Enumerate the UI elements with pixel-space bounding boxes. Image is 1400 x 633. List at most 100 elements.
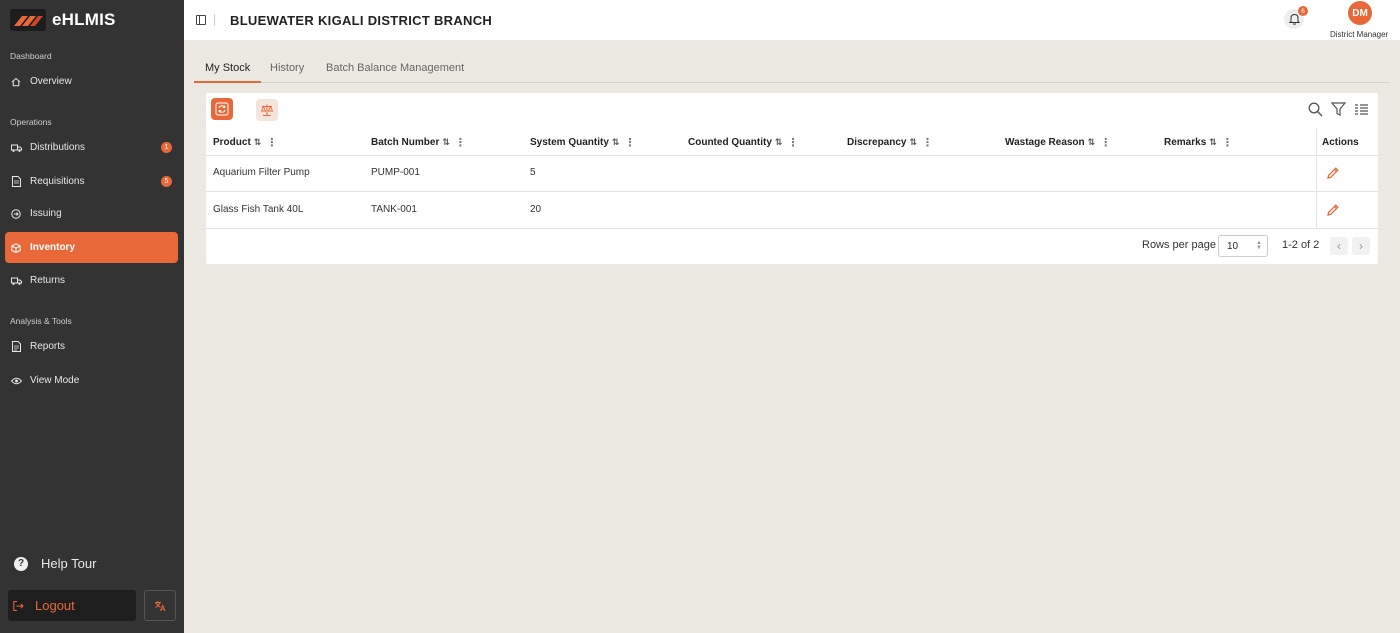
page-title: BLUEWATER KIGALI DISTRICT BRANCH xyxy=(230,13,493,28)
search-icon xyxy=(1308,102,1323,117)
sidebar-item-inventory[interactable]: Inventory xyxy=(5,232,178,263)
filter-button[interactable] xyxy=(1330,101,1346,117)
help-tour-label: Help Tour xyxy=(41,556,97,571)
search-button[interactable] xyxy=(1307,101,1323,117)
rows-per-page-label: Rows per page xyxy=(1142,239,1216,251)
batch-balance-button[interactable] xyxy=(256,99,278,121)
edit-row-button[interactable] xyxy=(1326,166,1340,180)
tab-my-stock[interactable]: My Stock xyxy=(194,62,262,83)
rows-per-page-value: 10 xyxy=(1227,240,1239,252)
columns-icon xyxy=(1354,103,1369,116)
help-icon: ? xyxy=(14,556,28,571)
column-menu-icon[interactable]: ⋮ xyxy=(266,136,277,149)
sidebar-item-label: View Mode xyxy=(30,375,80,386)
section-label-analysis: Analysis & Tools xyxy=(10,316,72,326)
scale-icon xyxy=(260,103,274,117)
translate-icon xyxy=(154,600,166,612)
logout-button[interactable]: Logout xyxy=(8,590,136,621)
column-header-label: Remarks xyxy=(1164,136,1207,148)
column-header-system-quantity[interactable]: System Quantity ⇅ ⋮ xyxy=(530,130,635,154)
pagination-range: 1-2 of 2 xyxy=(1282,239,1320,251)
column-menu-icon[interactable]: ⋮ xyxy=(922,136,933,149)
sidebar-item-label: Overview xyxy=(30,76,72,87)
sidebar-item-returns[interactable]: Returns xyxy=(5,265,178,296)
column-header-discrepancy[interactable]: Discrepancy ⇅ ⋮ xyxy=(847,130,933,154)
column-menu-icon[interactable]: ⋮ xyxy=(1100,136,1111,149)
column-menu-icon[interactable]: ⋮ xyxy=(1222,136,1233,149)
language-button[interactable] xyxy=(144,590,176,621)
tab-bar: My Stock History Batch Balance Managemen… xyxy=(194,55,1390,83)
column-menu-icon[interactable]: ⋮ xyxy=(787,136,798,149)
help-tour-button[interactable]: ? Help Tour xyxy=(14,556,96,571)
logout-icon xyxy=(13,600,24,611)
previous-page-button[interactable]: ‹ xyxy=(1330,237,1348,255)
cell-batch-number: TANK-001 xyxy=(371,204,417,215)
tab-history[interactable]: History xyxy=(270,62,304,83)
sidebar-item-view-mode[interactable]: View Mode xyxy=(5,365,178,396)
select-spinner-icon: ▲ ▼ xyxy=(1256,240,1262,251)
tab-batch-balance-management[interactable]: Batch Balance Management xyxy=(326,62,464,83)
section-label-dashboard: Dashboard xyxy=(10,51,52,61)
avatar[interactable]: DM xyxy=(1348,1,1372,25)
sidebar-item-label: Inventory xyxy=(30,242,76,253)
eye-icon xyxy=(10,375,22,387)
sidebar-item-label: Reports xyxy=(30,341,66,352)
column-header-product[interactable]: Product ⇅ ⋮ xyxy=(213,130,277,154)
sort-icon[interactable]: ⇅ xyxy=(775,137,783,148)
column-header-counted-quantity[interactable]: Counted Quantity ⇅ ⋮ xyxy=(688,130,798,154)
sidebar-item-distributions[interactable]: Distributions 1 xyxy=(5,132,178,163)
column-header-batch-number[interactable]: Batch Number ⇅ ⋮ xyxy=(371,130,466,154)
home-icon xyxy=(10,76,22,88)
brand-logo-icon xyxy=(10,9,46,31)
sort-icon[interactable]: ⇅ xyxy=(254,137,262,148)
app-name: eHLMIS xyxy=(52,10,116,29)
top-header: BLUEWATER KIGALI DISTRICT BRANCH 6 DM Di… xyxy=(184,0,1400,40)
column-menu-icon[interactable]: ⋮ xyxy=(624,136,635,149)
sidebar: eHLMIS Dashboard Overview Operations Dis… xyxy=(0,0,184,633)
chevron-left-icon: ‹ xyxy=(1337,239,1341,253)
section-label-operations: Operations xyxy=(10,117,52,127)
return-truck-icon xyxy=(10,275,22,287)
sidebar-item-issuing[interactable]: Issuing xyxy=(5,198,178,229)
column-header-wastage-reason[interactable]: Wastage Reason ⇅ ⋮ xyxy=(1005,130,1111,154)
sidebar-item-label: Issuing xyxy=(30,208,62,219)
requisitions-count-badge: 5 xyxy=(161,176,172,187)
sidebar-item-reports[interactable]: Reports xyxy=(5,331,178,362)
column-menu-icon[interactable]: ⋮ xyxy=(455,136,466,149)
actions-column-divider xyxy=(1316,128,1317,228)
cell-system-quantity: 5 xyxy=(530,167,536,178)
edit-row-button[interactable] xyxy=(1326,203,1340,217)
column-settings-button[interactable] xyxy=(1353,101,1369,117)
brand[interactable]: eHLMIS xyxy=(10,8,116,32)
chevron-right-icon: › xyxy=(1359,239,1363,253)
user-role-label: District Manager xyxy=(1330,30,1389,39)
sidebar-item-overview[interactable]: Overview xyxy=(5,66,178,97)
sort-icon[interactable]: ⇅ xyxy=(909,137,917,148)
pencil-icon xyxy=(1326,166,1340,180)
next-page-button[interactable]: › xyxy=(1352,237,1370,255)
sort-icon[interactable]: ⇅ xyxy=(1088,137,1096,148)
sort-icon[interactable]: ⇅ xyxy=(612,137,620,148)
box-icon xyxy=(10,242,22,254)
sidebar-toggle-icon[interactable] xyxy=(196,15,206,25)
row-divider-line xyxy=(206,191,1378,192)
sidebar-item-requisitions[interactable]: Requisitions 5 xyxy=(5,166,178,197)
dispatch-icon xyxy=(10,208,22,220)
sort-icon[interactable]: ⇅ xyxy=(1209,137,1217,148)
column-header-label: System Quantity xyxy=(530,136,609,148)
pencil-icon xyxy=(1326,203,1340,217)
stock-table-card: Product ⇅ ⋮ Batch Number ⇅ ⋮ System Quan… xyxy=(206,93,1378,264)
cell-batch-number: PUMP-001 xyxy=(371,167,420,178)
cell-system-quantity: 20 xyxy=(530,204,542,215)
column-header-actions: Actions xyxy=(1322,130,1359,154)
column-header-label: Product xyxy=(213,136,251,148)
sidebar-item-label: Requisitions xyxy=(30,176,85,187)
cell-product: Aquarium Filter Pump xyxy=(213,167,310,178)
rows-per-page-select[interactable]: 10 ▲ ▼ xyxy=(1218,235,1268,257)
logout-label: Logout xyxy=(35,598,75,613)
filter-icon xyxy=(1330,102,1346,116)
sort-icon[interactable]: ⇅ xyxy=(442,137,450,148)
header-divider xyxy=(214,14,215,26)
column-header-remarks[interactable]: Remarks ⇅ ⋮ xyxy=(1164,130,1233,154)
refresh-button[interactable] xyxy=(211,98,233,120)
